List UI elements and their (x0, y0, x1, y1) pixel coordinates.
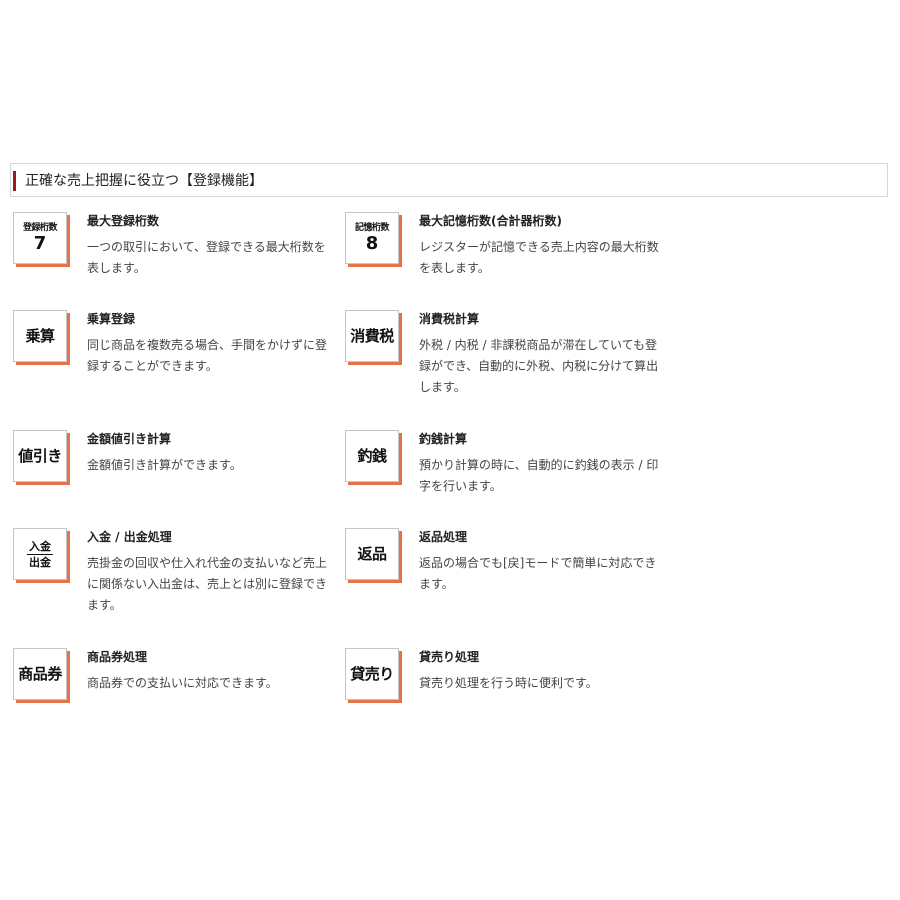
section-header: 正確な売上把握に役立つ【登録機能】 (10, 163, 888, 197)
feature-returns: 返品 返品処理 返品の場合でも[戻]モードで簡単に対応できます。 (342, 528, 667, 623)
feature-discount: 値引き 金額値引き計算 金額値引き計算ができます。 (10, 430, 335, 525)
multiplication-icon: 乗算 (13, 310, 67, 362)
credit-sales-icon: 貸売り (345, 648, 399, 700)
feature-title: 釣銭計算 (419, 432, 468, 446)
feature-deposit-withdrawal: 入金 出金 入金 / 出金処理 売掛金の回収や仕入れ代金の支払いなど売上に関係な… (10, 528, 335, 623)
change-icon: 釣銭 (345, 430, 399, 482)
feature-description: 一つの取引において、登録できる最大桁数を表します。 (87, 240, 326, 275)
feature-title: 返品処理 (419, 530, 468, 544)
feature-description: 売掛金の回収や仕入れ代金の支払いなど売上に関係ない入出金は、売上とは別に登録でき… (87, 556, 328, 612)
feature-description: 返品の場合でも[戻]モードで簡単に対応できます。 (419, 556, 657, 591)
feature-credit-sales: 貸売り 貸売り処理 貸売り処理を行う時に便利です。 (342, 648, 667, 743)
feature-title: 商品券処理 (87, 650, 148, 664)
feature-max-entry-digits: 登録桁数 7 最大登録桁数 一つの取引において、登録できる最大桁数を表します。 (10, 212, 335, 307)
feature-change-calculation: 釣銭 釣銭計算 預かり計算の時に、自動的に釣銭の表示 / 印字を行います。 (342, 430, 667, 525)
feature-title: 消費税計算 (419, 312, 480, 326)
feature-consumption-tax: 消費税 消費税計算 外税 / 内税 / 非課税商品が滞在していても登録ができ、自… (342, 310, 667, 405)
entry-digits-icon: 登録桁数 7 (13, 212, 67, 264)
memory-digits-icon: 記憶桁数 8 (345, 212, 399, 264)
discount-icon: 値引き (13, 430, 67, 482)
feature-title: 乗算登録 (87, 312, 136, 326)
feature-description: 金額値引き計算ができます。 (87, 458, 242, 472)
deposit-withdrawal-icon: 入金 出金 (13, 528, 67, 580)
gift-certificate-icon: 商品券 (13, 648, 67, 700)
feature-gift-certificate: 商品券 商品券処理 商品券での支払いに対応できます。 (10, 648, 335, 743)
feature-description: 貸売り処理を行う時に便利です。 (419, 676, 598, 690)
feature-title: 貸売り処理 (419, 650, 480, 664)
feature-multiplication: 乗算 乗算登録 同じ商品を複数売る場合、手間をかけずに登録することができます。 (10, 310, 335, 405)
feature-title: 入金 / 出金処理 (87, 530, 172, 544)
feature-title: 金額値引き計算 (87, 432, 172, 446)
section-header-accent-bar (13, 171, 16, 191)
feature-description: レジスターが記憶できる売上内容の最大桁数を表します。 (419, 240, 659, 275)
feature-title: 最大登録桁数 (87, 214, 160, 228)
feature-title: 最大記憶桁数(合計器桁数) (419, 214, 562, 228)
feature-description: 外税 / 内税 / 非課税商品が滞在していても登録ができ、自動的に外税、内税に分… (419, 338, 659, 394)
feature-description: 商品券での支払いに対応できます。 (87, 676, 278, 690)
returns-icon: 返品 (345, 528, 399, 580)
section-title: 正確な売上把握に役立つ【登録機能】 (25, 173, 263, 189)
feature-description: 預かり計算の時に、自動的に釣銭の表示 / 印字を行います。 (419, 458, 659, 493)
consumption-tax-icon: 消費税 (345, 310, 399, 362)
feature-max-memory-digits: 記憶桁数 8 最大記憶桁数(合計器桁数) レジスターが記憶できる売上内容の最大桁… (342, 212, 667, 307)
feature-description: 同じ商品を複数売る場合、手間をかけずに登録することができます。 (87, 338, 328, 373)
